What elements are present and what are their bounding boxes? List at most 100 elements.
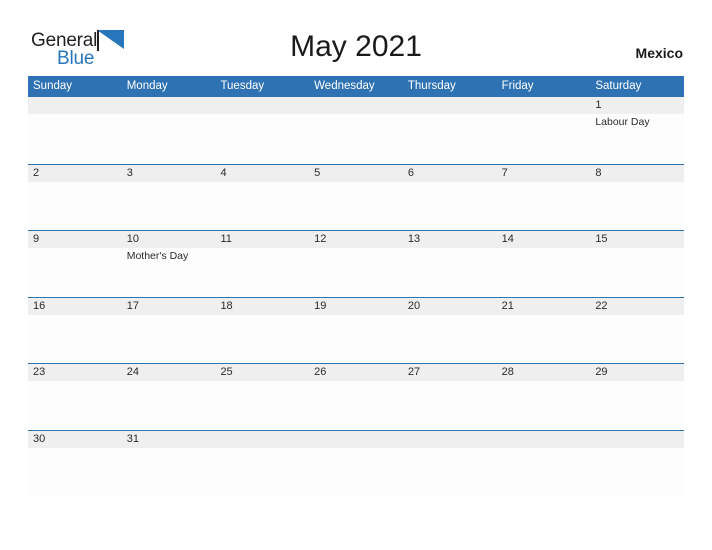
- day-number-empty: [215, 97, 309, 114]
- day-number-10[interactable]: 10: [122, 231, 216, 248]
- day-cell-21: [497, 315, 591, 363]
- day-number-empty: [309, 97, 403, 114]
- day-number-6[interactable]: 6: [403, 165, 497, 182]
- day-cell-2: [28, 182, 122, 230]
- day-cell-empty: [28, 114, 122, 162]
- calendar-week-rows: 1 Labour Day 2 3 4 5 6 7 8 9 10 11 12 13 14 15 Mother's …: [28, 97, 684, 497]
- weekday-header-tuesday: Tuesday: [220, 80, 265, 92]
- day-cell-empty: [215, 448, 309, 496]
- calendar-event: Mother's Day: [126, 250, 189, 263]
- day-cell-8: [590, 182, 684, 230]
- day-cell-28: [497, 381, 591, 429]
- day-cell-26: [309, 381, 403, 429]
- day-cell-15: [590, 248, 684, 296]
- calendar-grid: Sunday Monday Tuesday Wednesday Thursday Frid…: [28, 76, 684, 497]
- week-event-band: [28, 314, 684, 363]
- week-number-band: 9 10 11 12 13 14 15: [28, 231, 684, 249]
- day-cell-empty: [497, 114, 591, 162]
- day-number-8[interactable]: 8: [590, 165, 684, 182]
- day-number-17[interactable]: 17: [122, 298, 216, 315]
- day-number-empty: [590, 431, 684, 448]
- day-number-19[interactable]: 19: [309, 298, 403, 315]
- day-number-16[interactable]: 16: [28, 298, 122, 315]
- day-cell-10[interactable]: Mother's Day: [122, 248, 216, 296]
- day-number-11[interactable]: 11: [215, 231, 309, 248]
- week-number-band: 16 17 18 19 20 21 22: [28, 297, 684, 315]
- day-number-20[interactable]: 20: [403, 298, 497, 315]
- day-number-21[interactable]: 21: [497, 298, 591, 315]
- day-cell-12: [309, 248, 403, 296]
- day-cell-22: [590, 315, 684, 363]
- calendar-week-row: 30 31: [28, 429, 684, 497]
- week-event-band: [28, 381, 684, 430]
- day-cell-20: [403, 315, 497, 363]
- day-number-13[interactable]: 13: [403, 231, 497, 248]
- day-number-29[interactable]: 29: [590, 364, 684, 381]
- day-cell-empty: [309, 114, 403, 162]
- day-cell-27: [403, 381, 497, 429]
- day-number-3[interactable]: 3: [122, 165, 216, 182]
- day-number-15[interactable]: 15: [590, 231, 684, 248]
- day-cell-19: [309, 315, 403, 363]
- day-cell-3: [122, 182, 216, 230]
- day-number-23[interactable]: 23: [28, 364, 122, 381]
- day-cell-11: [215, 248, 309, 296]
- week-number-band: 2345678: [28, 164, 684, 182]
- day-number-18[interactable]: 18: [215, 298, 309, 315]
- day-number-empty: [309, 431, 403, 448]
- day-cell-empty: [403, 114, 497, 162]
- weekday-header-saturday: Saturday: [595, 80, 642, 92]
- day-number-22[interactable]: 22: [590, 298, 684, 315]
- day-number-empty: [122, 97, 216, 114]
- day-number-28[interactable]: 28: [497, 364, 591, 381]
- day-cell-13: [403, 248, 497, 296]
- page-title: May 2021: [290, 30, 422, 63]
- week-number-band: 30 31: [28, 430, 684, 448]
- day-cell-5: [309, 182, 403, 230]
- day-cell-29: [590, 381, 684, 429]
- week-number-band: 23 24 25 26 27 28 29: [28, 364, 684, 382]
- day-number-empty: [497, 97, 591, 114]
- day-cell-empty: [590, 448, 684, 496]
- day-cell-4: [215, 182, 309, 230]
- day-number-4[interactable]: 4: [215, 165, 309, 182]
- calendar-week-row: 16 17 18 19 20 21 22: [28, 296, 684, 364]
- day-number-12[interactable]: 12: [309, 231, 403, 248]
- weekday-header-thursday: Thursday: [407, 80, 456, 92]
- day-number-27[interactable]: 27: [403, 364, 497, 381]
- day-number-empty: [28, 97, 122, 114]
- region-label: Mexico: [635, 45, 683, 61]
- day-number-7[interactable]: 7: [497, 165, 591, 182]
- week-number-band: 1: [28, 97, 684, 114]
- day-number-5[interactable]: 5: [309, 165, 403, 182]
- day-number-2[interactable]: 2: [28, 165, 122, 182]
- day-cell-30: [28, 448, 122, 496]
- day-number-26[interactable]: 26: [309, 364, 403, 381]
- day-number-30[interactable]: 30: [28, 431, 122, 448]
- day-number-14[interactable]: 14: [497, 231, 591, 248]
- day-cell-16: [28, 315, 122, 363]
- day-cell-23: [28, 381, 122, 429]
- weekday-header-sunday: Sunday: [33, 80, 73, 92]
- weekday-header-wednesday: Wednesday: [314, 80, 375, 92]
- weekday-header-row: Sunday Monday Tuesday Wednesday Thursday Frid…: [28, 76, 684, 97]
- page-header: General Blue May 2021 Mexico: [0, 0, 712, 76]
- day-cell-1[interactable]: Labour Day: [590, 114, 684, 162]
- day-number-1[interactable]: 1: [590, 97, 684, 114]
- day-number-25[interactable]: 25: [215, 364, 309, 381]
- weekday-header-monday: Monday: [126, 80, 168, 92]
- week-event-band: Labour Day: [28, 114, 684, 162]
- weekday-header-friday: Friday: [501, 80, 534, 92]
- calendar-event: Labour Day: [595, 116, 650, 128]
- day-number-31[interactable]: 31: [122, 431, 216, 448]
- day-cell-18: [215, 315, 309, 363]
- day-number-empty: [497, 431, 591, 448]
- calendar-week-row: 2345678: [28, 163, 684, 231]
- day-cell-empty: [497, 448, 591, 496]
- day-cell-7: [497, 182, 591, 230]
- day-cell-9: [28, 248, 122, 296]
- calendar-week-row: 1 Labour Day: [28, 97, 684, 164]
- calendar-page: General Blue May 2021 Mexico Sunday Monda…: [0, 0, 712, 550]
- day-number-24[interactable]: 24: [122, 364, 216, 381]
- day-number-9[interactable]: 9: [28, 231, 122, 248]
